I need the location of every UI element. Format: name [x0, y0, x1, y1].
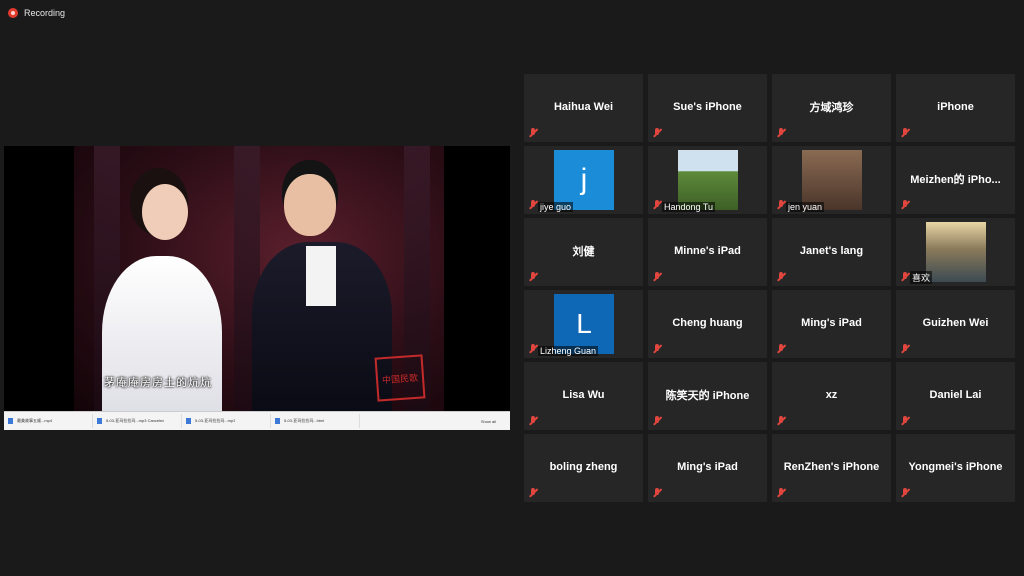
participant-tile[interactable]: Yongmei's iPhone	[896, 434, 1015, 502]
participant-tile[interactable]: Haihua Wei	[524, 74, 643, 142]
muted-mic-icon	[776, 272, 786, 282]
muted-mic-icon	[652, 344, 662, 354]
participant-tile[interactable]: Janet's lang	[772, 218, 891, 286]
video-subtitle: 茅庵庵房房土的炕炕	[104, 377, 212, 389]
participant-name: 刘健	[572, 246, 595, 258]
participant-name: Janet's lang	[799, 245, 864, 257]
muted-mic-icon	[776, 200, 786, 210]
participant-tile[interactable]: xz	[772, 362, 891, 430]
singer-woman	[102, 256, 222, 414]
recording-indicator[interactable]: Recording	[8, 8, 65, 18]
participant-name: Yongmei's iPhone	[908, 461, 1003, 473]
muted-mic-icon	[652, 200, 662, 210]
muted-mic-icon	[900, 272, 910, 282]
participant-name: Guizhen Wei	[922, 317, 989, 329]
muted-mic-icon	[528, 416, 538, 426]
recording-label: Recording	[24, 8, 66, 18]
participant-tile[interactable]: Daniel Lai	[896, 362, 1015, 430]
participant-name: Ming's iPad	[677, 461, 738, 473]
muted-mic-icon	[652, 128, 662, 138]
participant-photo	[678, 150, 738, 210]
muted-mic-icon	[776, 416, 786, 426]
participant-tile[interactable]: j jiye guo	[524, 146, 643, 214]
participant-tile[interactable]: boling zheng	[524, 434, 643, 502]
participant-name: Meizhen的 iPho...	[910, 174, 1001, 186]
participant-tile[interactable]: 方域鸿珍	[772, 74, 891, 142]
muted-mic-icon	[652, 272, 662, 282]
participant-name: Lizheng Guan	[538, 346, 599, 356]
download-filename: 5-03-亚玛拉拉玛...mp3 Canceled	[106, 418, 165, 423]
download-filename: 5-03-亚玛拉拉玛...html	[284, 418, 325, 423]
participant-name: Sue's iPhone	[673, 101, 742, 113]
participant-name: Cheng huang	[672, 317, 743, 329]
participant-name: Handong Tu	[662, 202, 716, 212]
participant-name: RenZhen's iPhone	[783, 461, 880, 473]
participant-name: Daniel Lai	[929, 389, 982, 401]
file-icon	[275, 418, 280, 424]
muted-mic-icon	[652, 416, 662, 426]
participant-tile[interactable]: 喜欢	[896, 218, 1015, 286]
participant-tile[interactable]: Sue's iPhone	[648, 74, 767, 142]
participant-photo	[926, 222, 986, 282]
file-icon	[97, 418, 102, 424]
participant-tile[interactable]: Lisa Wu	[524, 362, 643, 430]
participant-name: xz	[825, 389, 838, 401]
participant-name: jen yuan	[786, 202, 825, 212]
participant-name: Minne's iPad	[674, 245, 741, 257]
participant-name: jiye guo	[538, 202, 574, 212]
participant-tile[interactable]: 陈笑天的 iPhone	[648, 362, 767, 430]
participant-name: iPhone	[937, 101, 974, 113]
participant-tile[interactable]: 刘健	[524, 218, 643, 286]
muted-mic-icon	[900, 344, 910, 354]
muted-mic-icon	[776, 344, 786, 354]
participant-tile[interactable]: Meizhen的 iPho...	[896, 146, 1015, 214]
download-bar: 最美故事五顺...mp4 5-03-亚玛拉拉玛...mp3 Canceled 5-0…	[4, 411, 510, 430]
participant-name: Lisa Wu	[562, 389, 605, 401]
muted-mic-icon	[528, 272, 538, 282]
muted-mic-icon	[528, 344, 538, 354]
participant-tile[interactable]: Guizhen Wei	[896, 290, 1015, 358]
participant-name: Haihua Wei	[553, 101, 614, 113]
participant-name: 陈笑天的 iPhone	[665, 390, 750, 402]
participant-name: Ming's iPad	[801, 317, 862, 329]
participant-name: boling zheng	[549, 461, 618, 473]
participant-tile[interactable]: Handong Tu	[648, 146, 767, 214]
participant-avatar: j	[554, 150, 614, 210]
participant-avatar: L	[554, 294, 614, 354]
muted-mic-icon	[776, 128, 786, 138]
participant-tile[interactable]: L Lizheng Guan	[524, 290, 643, 358]
muted-mic-icon	[776, 488, 786, 498]
download-item[interactable]: 5-03-亚玛拉拉玛...mp3	[182, 414, 271, 428]
muted-mic-icon	[900, 488, 910, 498]
participant-tile[interactable]: RenZhen's iPhone	[772, 434, 891, 502]
download-filename: 最美故事五顺...mp4	[17, 418, 53, 423]
participant-tile[interactable]: Cheng huang	[648, 290, 767, 358]
show-all-button[interactable]: Show all	[481, 419, 496, 424]
file-icon	[186, 418, 191, 424]
participant-tile[interactable]: Minne's iPad	[648, 218, 767, 286]
seal-logo: 中国民歌	[374, 354, 426, 402]
download-filename: 5-03-亚玛拉拉玛...mp3	[195, 418, 236, 423]
participant-name: 喜欢	[910, 271, 933, 284]
participant-tile[interactable]: Ming's iPad	[772, 290, 891, 358]
video-frame: 茅庵庵房房土的炕炕 中国民歌	[74, 146, 444, 414]
participant-tile[interactable]: iPhone	[896, 74, 1015, 142]
shared-screen[interactable]: 茅庵庵房房土的炕炕 中国民歌 最美故事五顺...mp4 5-03-亚玛拉拉玛...…	[4, 146, 510, 430]
muted-mic-icon	[900, 200, 910, 210]
download-item[interactable]: 5-03-亚玛拉拉玛...mp3 Canceled	[93, 414, 182, 428]
download-item[interactable]: 5-03-亚玛拉拉玛...html	[271, 414, 360, 428]
muted-mic-icon	[528, 128, 538, 138]
file-icon	[8, 418, 13, 424]
record-icon	[8, 8, 18, 18]
muted-mic-icon	[900, 128, 910, 138]
participant-tile[interactable]: jen yuan	[772, 146, 891, 214]
muted-mic-icon	[900, 416, 910, 426]
participant-tile[interactable]: Ming's iPad	[648, 434, 767, 502]
muted-mic-icon	[528, 200, 538, 210]
participant-photo	[802, 150, 862, 210]
download-item[interactable]: 最美故事五顺...mp4	[4, 414, 93, 428]
muted-mic-icon	[652, 488, 662, 498]
participant-name: 方域鸿珍	[809, 102, 854, 114]
muted-mic-icon	[528, 488, 538, 498]
